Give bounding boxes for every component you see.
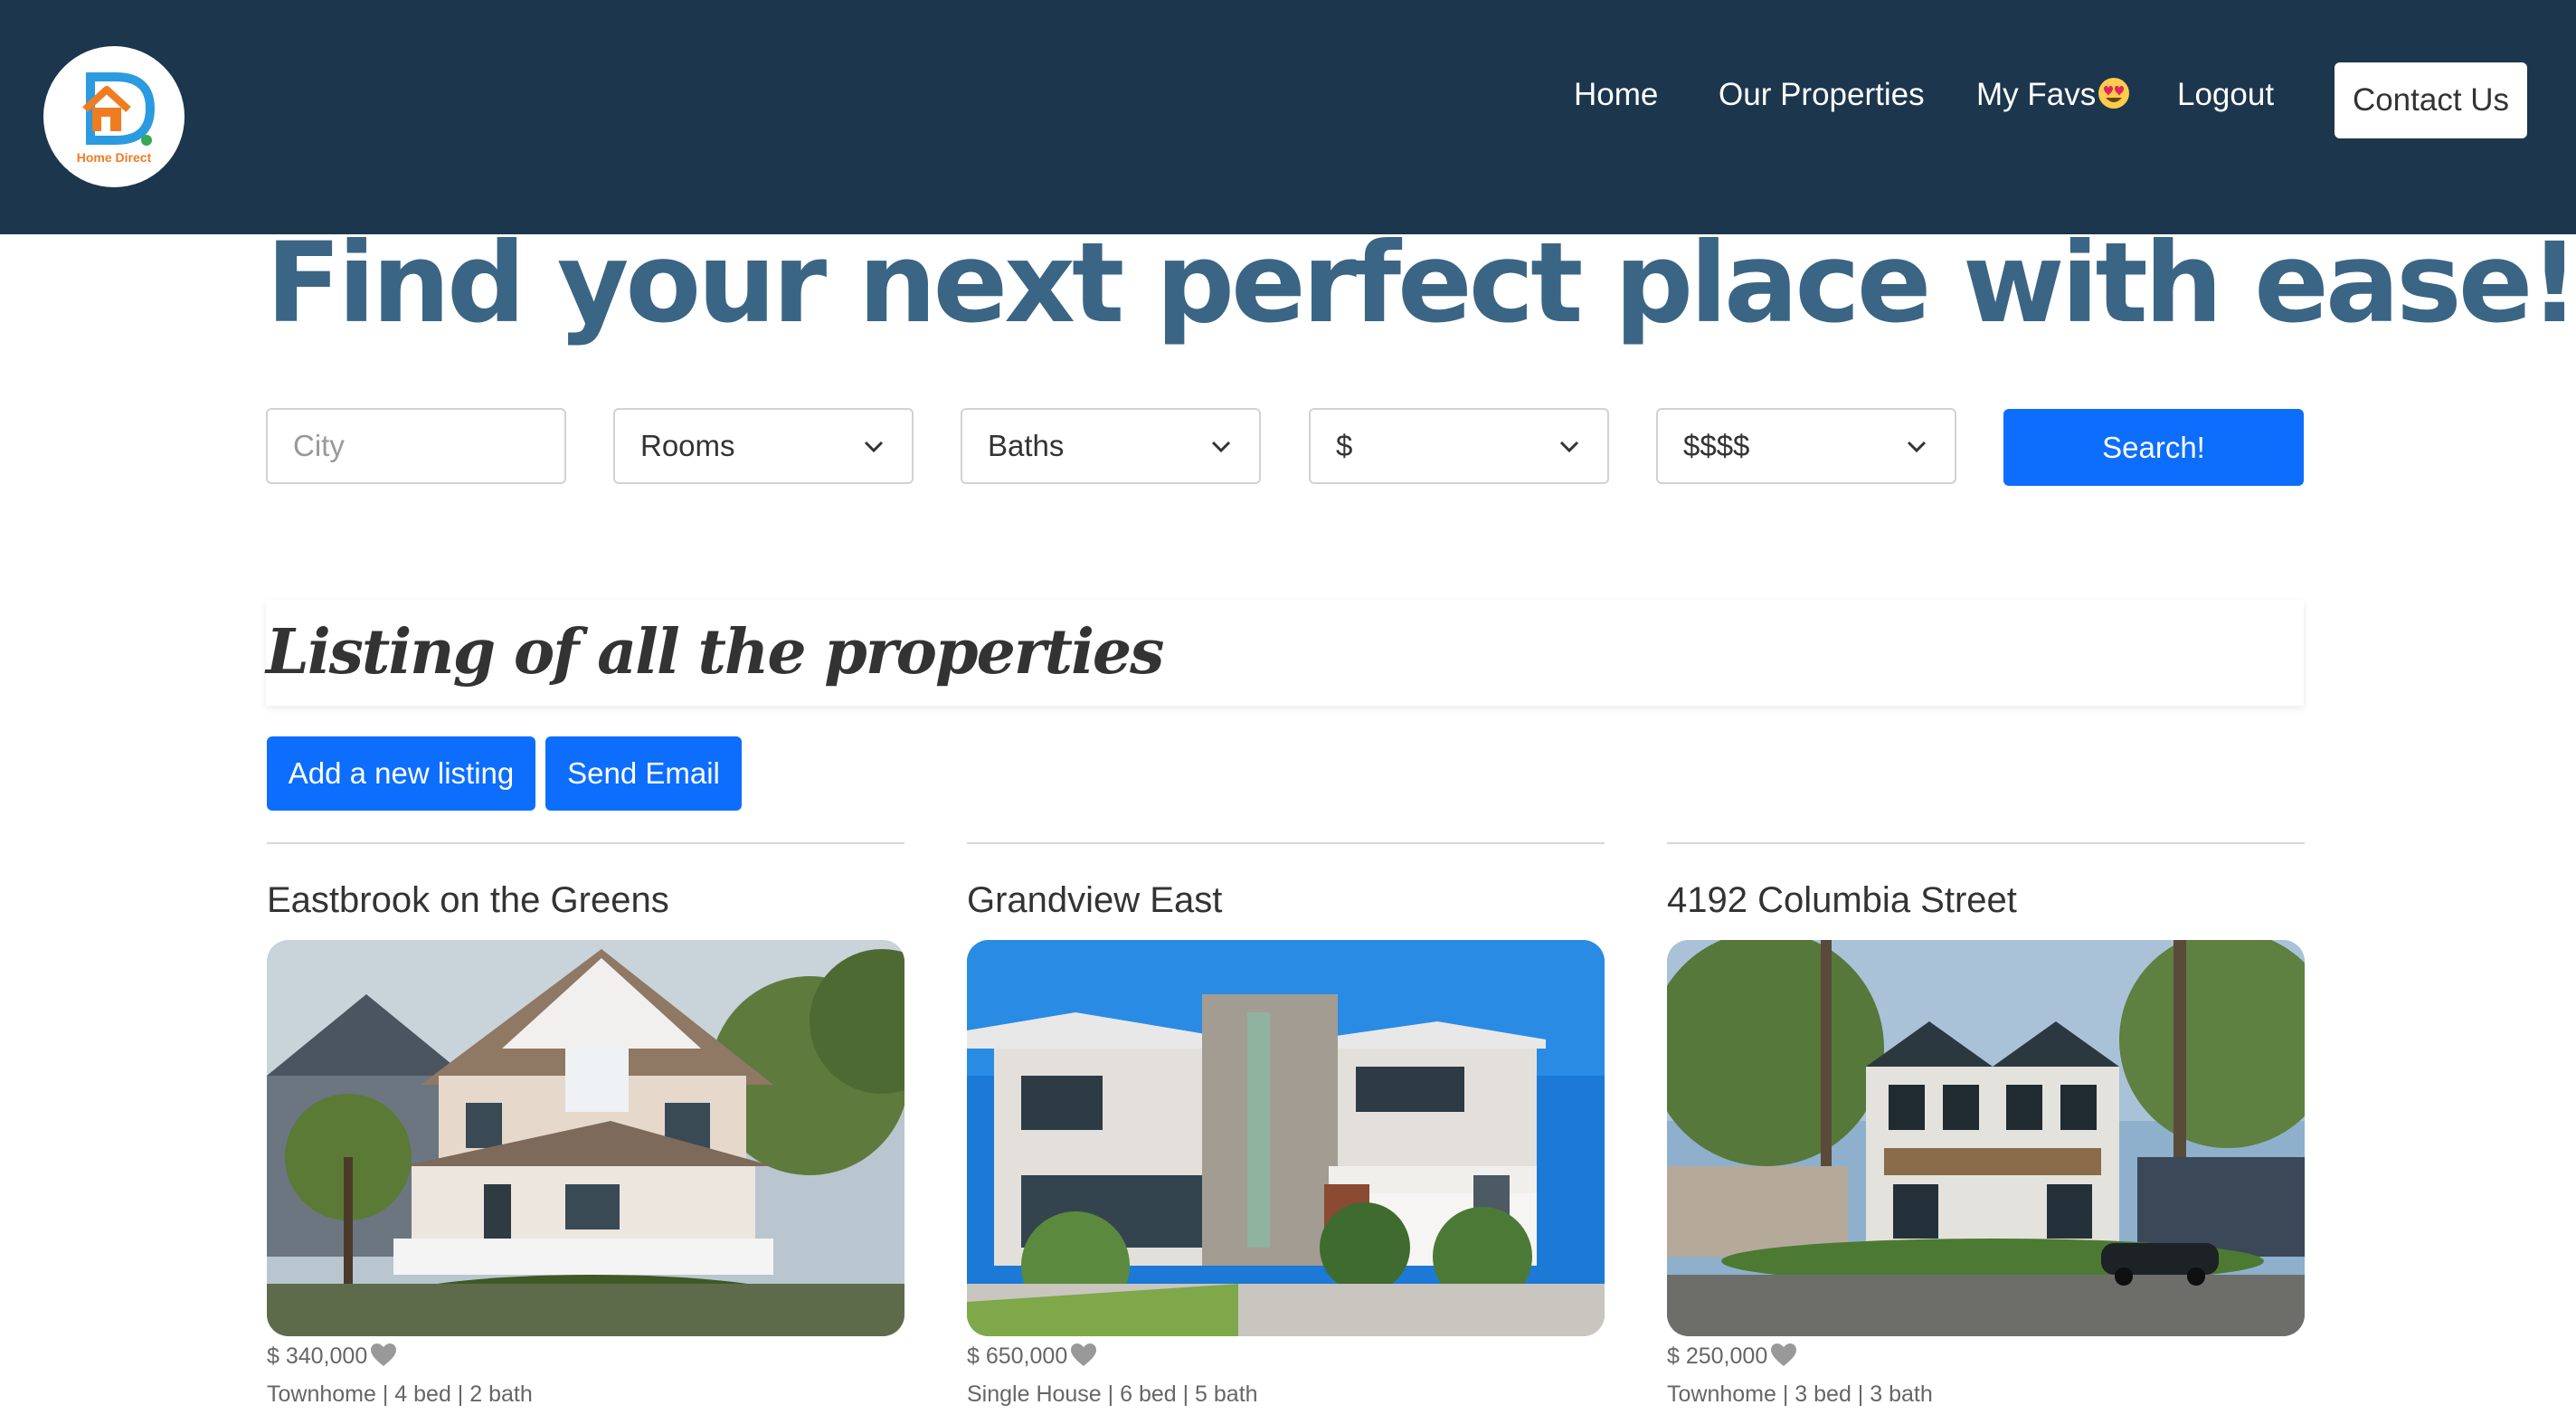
favorite-heart-icon[interactable]: [371, 1343, 397, 1367]
property-card[interactable]: Eastbrook on the Greens $ 340,000 Townho…: [267, 842, 904, 1409]
rooms-select[interactable]: Rooms: [613, 408, 914, 484]
property-name[interactable]: Eastbrook on the Greens: [267, 878, 904, 922]
chevron-down-icon: [864, 441, 884, 453]
min-price-select[interactable]: $: [1309, 408, 1609, 484]
listing-title: Listing of all the properties: [266, 616, 1164, 688]
divider: [967, 842, 1605, 844]
logo-text: Home Direct: [77, 150, 152, 165]
property-card[interactable]: Grandview East $ 650,000 Single House |: [967, 842, 1605, 1409]
chevron-down-icon: [1211, 441, 1231, 453]
property-name[interactable]: Grandview East: [967, 878, 1605, 922]
rooms-select-value: Rooms: [640, 429, 735, 462]
max-price-select-value: $$$$: [1683, 429, 1750, 462]
chevron-down-icon: [1559, 441, 1579, 453]
property-price-row: $ 650,000: [967, 1342, 1605, 1371]
min-price-select-value: $: [1336, 429, 1353, 462]
send-email-button[interactable]: Send Email: [545, 736, 742, 811]
baths-select-value: Baths: [988, 429, 1065, 462]
property-price: $ 340,000: [267, 1343, 368, 1369]
property-photo[interactable]: [967, 940, 1605, 1336]
baths-select[interactable]: Baths: [961, 408, 1261, 484]
property-details: Townhome | 4 bed | 2 bath: [267, 1381, 533, 1407]
hero-title: Find your next perfect place with ease!: [266, 219, 2576, 347]
nav-favs-link[interactable]: My Favs: [1976, 72, 2130, 118]
property-price: $ 650,000: [967, 1343, 1068, 1369]
property-card[interactable]: 4192 Columbia Street $ 250,000 Townhome …: [1667, 842, 2305, 1409]
nav-favs-label: My Favs: [1976, 77, 2097, 112]
property-details: Single House | 6 bed | 5 bath: [967, 1381, 1258, 1407]
contact-us-button[interactable]: Contact Us: [2334, 62, 2527, 138]
search-button[interactable]: Search!: [2003, 409, 2304, 486]
property-price-row: $ 250,000: [1667, 1342, 2305, 1371]
property-details: Townhome | 3 bed | 3 bath: [1667, 1381, 1933, 1407]
favorite-heart-icon[interactable]: [1071, 1343, 1097, 1367]
listing-header: Listing of all the properties: [266, 600, 2304, 706]
property-price-row: $ 340,000: [267, 1342, 904, 1371]
property-photo[interactable]: [267, 940, 904, 1336]
property-photo[interactable]: [1667, 940, 2305, 1336]
favorite-heart-icon[interactable]: [1771, 1343, 1797, 1367]
nav-logout-link[interactable]: Logout: [2177, 72, 2274, 118]
chevron-down-icon: [1907, 441, 1927, 453]
navbar: Home Direct Home Our Properties My Favs …: [0, 0, 2576, 234]
nav-home-link[interactable]: Home: [1574, 72, 1658, 118]
divider: [267, 842, 904, 844]
max-price-select[interactable]: $$$$: [1656, 408, 1956, 484]
home-direct-logo[interactable]: Home Direct: [43, 46, 185, 187]
property-name[interactable]: 4192 Columbia Street: [1667, 878, 2305, 922]
heart-eyes-emoji-icon: [2098, 78, 2130, 109]
property-price: $ 250,000: [1667, 1343, 1768, 1369]
divider: [1667, 842, 2305, 844]
city-input[interactable]: City: [266, 408, 566, 484]
nav-properties-link[interactable]: Our Properties: [1719, 72, 1925, 118]
add-listing-button[interactable]: Add a new listing: [267, 736, 535, 811]
